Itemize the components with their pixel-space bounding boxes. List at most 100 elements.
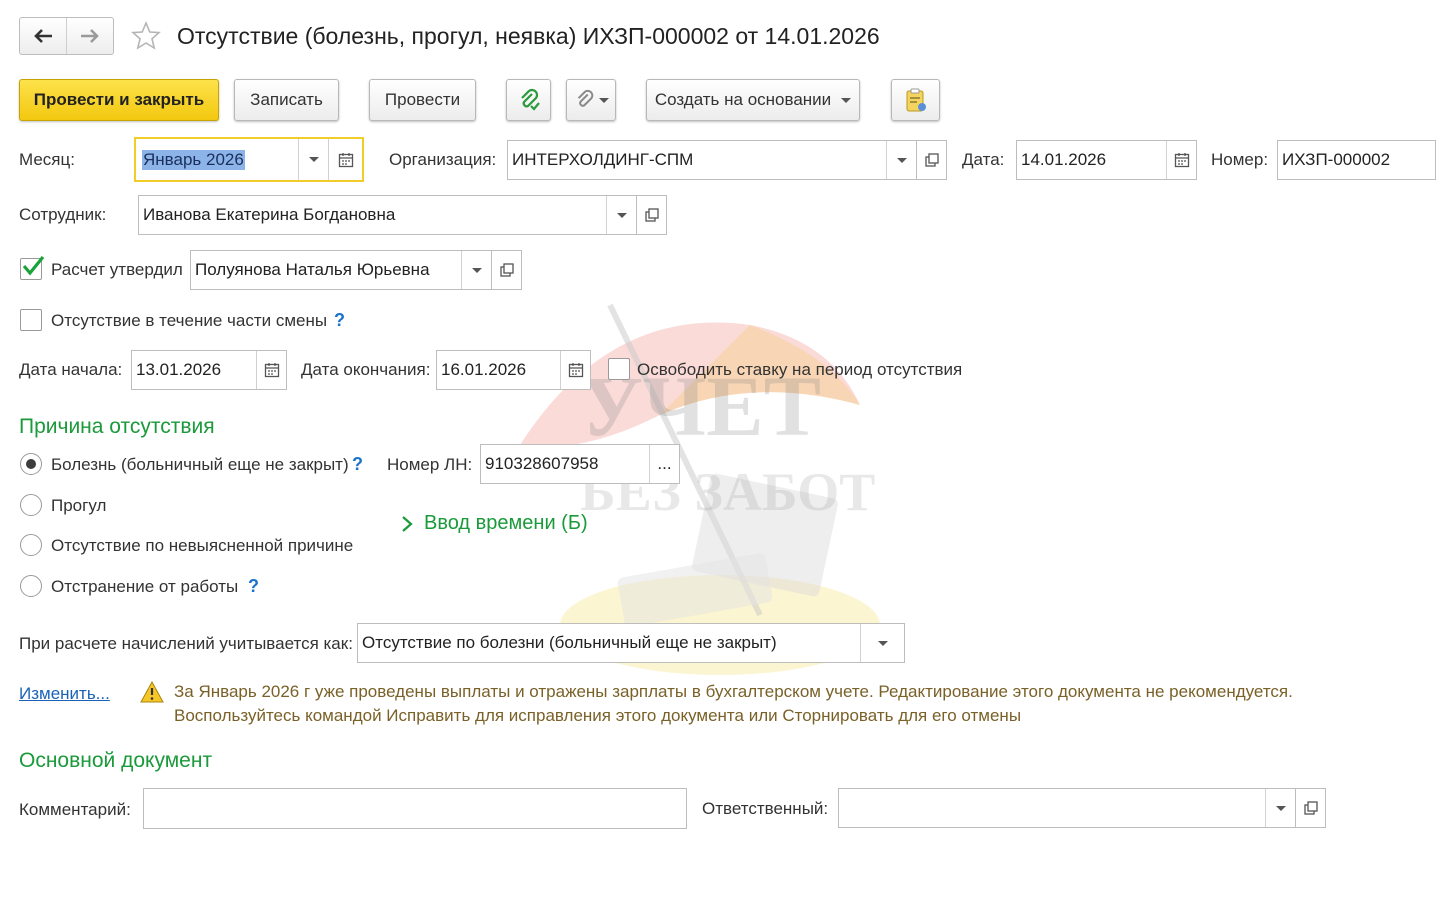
date-field[interactable]: 14.01.2026 [1016, 140, 1197, 180]
end-date-value: 16.01.2026 [441, 360, 527, 379]
open-window-icon [644, 208, 659, 222]
open-window-icon [924, 153, 939, 167]
forward-button[interactable] [67, 18, 113, 54]
calendar-icon [264, 363, 279, 378]
release-rate-checkbox[interactable] [608, 358, 630, 380]
paperclip-green-icon [520, 88, 540, 111]
main-document-section-title: Основной документ [19, 749, 213, 772]
paperclip-icon [577, 89, 593, 107]
organization-label: Организация: [389, 150, 497, 169]
save-button[interactable]: Записать [234, 79, 339, 121]
responsible-field[interactable] [838, 788, 1296, 828]
approved-checkbox[interactable] [20, 255, 45, 280]
chevron-right-icon [402, 515, 413, 532]
end-date-field[interactable]: 16.01.2026 [436, 350, 591, 390]
open-window-icon [499, 263, 514, 277]
end-date-calendar[interactable] [560, 351, 590, 389]
calendar-icon [1174, 153, 1189, 168]
reason-radio-suspension[interactable] [20, 575, 42, 597]
ln-number-select-button[interactable]: ... [649, 445, 679, 483]
clipboard-report-icon [906, 88, 926, 112]
month-value: Январь 2026 [142, 149, 245, 170]
number-label: Номер: [1211, 150, 1269, 169]
calc-type-dropdown[interactable] [860, 624, 904, 662]
organization-dropdown[interactable] [886, 141, 916, 179]
back-button[interactable] [20, 18, 67, 54]
chevron-down-icon [896, 157, 907, 163]
warning-text-line2: Воспользуйтесь командой Исправить для ис… [174, 706, 1022, 725]
employee-field[interactable]: Иванова Екатерина Богдановна [138, 195, 637, 235]
checkmark-icon [22, 255, 45, 276]
release-rate-label: Освободить ставку на период отсутствия [637, 360, 963, 379]
month-field[interactable]: Январь 2026 [134, 137, 364, 182]
date-value: 14.01.2026 [1021, 150, 1107, 169]
create-based-label: Создать на основании [654, 90, 832, 109]
employee-dropdown[interactable] [606, 196, 636, 234]
organization-value: ИНТЕРХОЛДИНГ-СПМ [512, 150, 694, 169]
reason-option-illness: Болезнь (больничный еще не закрыт) [51, 455, 349, 474]
calendar-icon [338, 152, 353, 167]
chevron-down-icon [598, 97, 609, 103]
partial-shift-checkbox[interactable] [20, 309, 42, 331]
month-label: Месяц: [19, 150, 75, 169]
chevron-down-icon [471, 267, 482, 273]
calc-type-field[interactable]: Отсутствие по болезни (больничный еще не… [357, 623, 905, 663]
start-date-label: Дата начала: [19, 360, 123, 379]
date-calendar[interactable] [1166, 141, 1196, 179]
arrow-right-icon [81, 29, 99, 43]
ln-number-value: 910328607958 [485, 454, 599, 473]
end-date-label: Дата окончания: [301, 360, 431, 379]
approved-open-button[interactable] [492, 250, 522, 290]
chevron-down-icon [308, 157, 319, 162]
comment-field[interactable] [143, 788, 687, 829]
responsible-open-button[interactable] [1296, 788, 1326, 828]
month-dropdown[interactable] [298, 139, 328, 180]
reason-radio-illness[interactable] [20, 453, 42, 475]
create-based-button[interactable]: Создать на основании [646, 79, 860, 121]
change-link[interactable]: Изменить... [19, 684, 110, 704]
ln-number-label: Номер ЛН: [387, 455, 473, 474]
approved-value: Полуянова Наталья Юрьевна [195, 260, 430, 279]
attach-button[interactable] [566, 79, 616, 121]
number-value: ИХЗП-000002 [1282, 150, 1391, 169]
employee-open-button[interactable] [637, 195, 667, 235]
post-green-button[interactable] [506, 79, 551, 121]
illness-help-icon[interactable]: ? [352, 454, 363, 475]
responsible-label: Ответственный: [702, 799, 829, 818]
reason-option-suspension: Отстранение от работы [51, 577, 239, 596]
warning-triangle-icon [140, 681, 164, 703]
window-title: Отсутствие (болезнь, прогул, неявка) ИХЗ… [177, 23, 880, 49]
month-calendar[interactable] [328, 139, 362, 180]
reason-radio-unknown[interactable] [20, 534, 42, 556]
number-field[interactable]: ИХЗП-000002 [1277, 140, 1436, 180]
organization-field[interactable]: ИНТЕРХОЛДИНГ-СПМ [507, 140, 917, 180]
employee-label: Сотрудник: [19, 205, 107, 224]
ln-number-field[interactable]: 910328607958 ... [480, 444, 680, 484]
arrow-left-icon [34, 29, 52, 43]
approved-label: Расчет утвердил [51, 260, 183, 279]
reason-radio-truancy[interactable] [20, 494, 42, 516]
approved-dropdown[interactable] [461, 251, 491, 289]
calendar-icon [568, 363, 583, 378]
start-date-value: 13.01.2026 [136, 360, 222, 379]
start-date-field[interactable]: 13.01.2026 [131, 350, 287, 390]
organization-open-button[interactable] [917, 140, 947, 180]
approved-field[interactable]: Полуянова Наталья Юрьевна [190, 250, 492, 290]
report-button[interactable] [891, 79, 940, 121]
reason-section-title: Причина отсутствия [19, 415, 215, 438]
responsible-dropdown[interactable] [1265, 789, 1295, 827]
post-and-close-button[interactable]: Провести и закрыть [19, 79, 219, 121]
chevron-down-icon [616, 212, 627, 218]
document-form: { "window": { "title": "Отсутствие (боле… [0, 0, 1450, 915]
employee-value: Иванова Екатерина Богдановна [143, 205, 396, 224]
chevron-down-icon [877, 640, 888, 646]
star-icon[interactable] [130, 20, 162, 52]
partial-shift-help-icon[interactable]: ? [334, 310, 345, 331]
time-input-toggle[interactable]: Ввод времени (Б) [400, 512, 588, 535]
open-window-icon [1303, 801, 1318, 815]
suspension-help-icon[interactable]: ? [248, 576, 259, 597]
warning-text-line1: За Январь 2026 г уже проведены выплаты и… [174, 682, 1293, 701]
ellipsis-icon: ... [657, 454, 672, 473]
post-button[interactable]: Провести [369, 79, 476, 121]
start-date-calendar[interactable] [256, 351, 286, 389]
